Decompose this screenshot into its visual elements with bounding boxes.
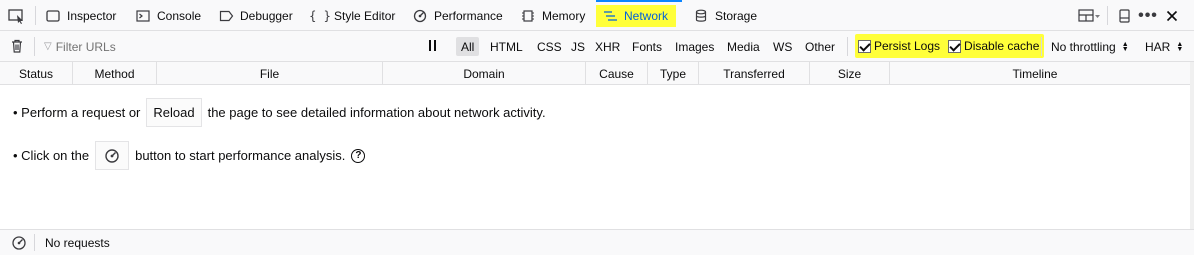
network-filter-bar: ▽ Filter URLs All HTML CSS JS XHR Fonts … — [0, 31, 1194, 62]
element-picker-icon[interactable] — [8, 8, 26, 24]
tab-style-editor[interactable]: { } Style Editor — [309, 0, 396, 31]
pause-icon[interactable] — [425, 39, 439, 53]
scrollbar-track[interactable] — [1190, 62, 1194, 229]
column-cause[interactable]: Cause — [586, 62, 648, 85]
close-icon[interactable] — [1162, 0, 1182, 31]
performance-icon[interactable] — [11, 235, 27, 251]
column-method[interactable]: Method — [73, 62, 157, 85]
memory-icon — [520, 8, 536, 24]
filter-type-all[interactable]: All — [456, 37, 480, 56]
notice-text: • Click on the — [13, 148, 90, 163]
tab-label: Network — [624, 8, 669, 23]
layout-icon[interactable] — [1075, 0, 1103, 31]
notice-text: button to start performance analysis. — [135, 148, 346, 163]
filter-type-css[interactable]: CSS — [532, 37, 567, 56]
filter-type-html[interactable]: HTML — [485, 37, 528, 56]
disable-cache-label[interactable]: Disable cache — [964, 39, 1039, 53]
column-file[interactable]: File — [157, 62, 383, 85]
filter-divider — [1041, 37, 1042, 56]
filter-icon: ▽ — [44, 41, 52, 52]
tab-label: Storage — [715, 8, 758, 23]
debugger-icon — [218, 8, 234, 24]
filter-urls-input[interactable]: ▽ Filter URLs — [36, 37, 412, 56]
tab-label: Performance — [434, 8, 503, 23]
column-transferred[interactable]: Transferred — [699, 62, 810, 85]
style-editor-icon: { } — [309, 8, 331, 23]
tab-inspector[interactable]: Inspector — [45, 0, 116, 31]
throttling-select[interactable]: No throttling ▲ ▼ — [1051, 37, 1129, 56]
throttling-value: No throttling — [1051, 39, 1116, 54]
filter-type-other[interactable]: Other — [800, 37, 840, 56]
column-type[interactable]: Type — [648, 62, 699, 85]
column-status[interactable]: Status — [0, 62, 73, 85]
disable-cache-checkbox[interactable] — [948, 39, 962, 53]
column-size[interactable]: Size — [810, 62, 890, 85]
inspector-icon — [45, 8, 61, 24]
reload-notice: • Perform a request or Reload the page t… — [13, 98, 546, 127]
toolbar-divider — [1107, 6, 1108, 25]
tab-memory[interactable]: Memory — [520, 0, 585, 31]
notice-text: the page to see detailed information abo… — [207, 105, 546, 120]
devtools-toolbar: Inspector Console Debugger { } Style Edi… — [0, 0, 1194, 31]
tab-console[interactable]: Console — [135, 0, 201, 31]
tab-label: Console — [157, 8, 202, 23]
console-icon — [135, 8, 151, 24]
tab-label: Style Editor — [334, 8, 396, 23]
stopwatch-icon — [105, 148, 119, 163]
responsive-icon[interactable] — [1115, 0, 1133, 31]
reload-button[interactable]: Reload — [146, 98, 202, 127]
select-arrows-icon: ▲ ▼ — [1176, 40, 1184, 53]
network-icon — [602, 8, 618, 24]
tab-label: Memory — [542, 8, 586, 23]
tab-performance[interactable]: Performance — [412, 0, 503, 31]
tab-storage[interactable]: Storage — [693, 0, 757, 31]
performance-notice: • Click on the button to start performan… — [13, 141, 366, 170]
notice-text: • Perform a request or — [13, 105, 141, 120]
filter-divider — [34, 37, 35, 56]
har-label: HAR — [1145, 39, 1171, 54]
filter-type-media[interactable]: Media — [722, 37, 765, 56]
filter-type-fonts[interactable]: Fonts — [627, 37, 667, 56]
persist-logs-checkbox[interactable] — [858, 39, 871, 53]
performance-icon — [412, 8, 428, 24]
selected-tab-indicator — [596, 0, 682, 2]
filter-type-js[interactable]: JS — [566, 37, 590, 56]
status-divider — [34, 234, 35, 251]
filter-type-xhr[interactable]: XHR — [590, 37, 625, 56]
more-icon[interactable]: ••• — [1138, 0, 1158, 31]
filter-placeholder: Filter URLs — [55, 39, 116, 54]
tab-debugger[interactable]: Debugger — [218, 0, 293, 31]
request-table-header: Status Method File Domain Cause Type Tra… — [0, 62, 1194, 85]
tab-network-highlight: Network — [596, 4, 677, 27]
network-status-bar: No requests — [0, 229, 1194, 255]
help-icon[interactable]: ? — [351, 148, 366, 163]
tab-label: Debugger — [240, 8, 293, 23]
tab-label: Inspector — [67, 8, 117, 23]
filter-type-images[interactable]: Images — [670, 37, 719, 56]
column-domain[interactable]: Domain — [383, 62, 586, 85]
request-count-summary: No requests — [45, 235, 110, 250]
select-arrows-icon: ▲ ▼ — [1121, 40, 1129, 53]
tab-network[interactable]: Network — [596, 0, 682, 31]
performance-analysis-button[interactable] — [95, 141, 130, 170]
filter-divider — [847, 37, 848, 56]
column-timeline[interactable]: Timeline — [890, 62, 1180, 85]
persist-logs-label[interactable]: Persist Logs — [874, 39, 940, 53]
toolbar-divider — [35, 6, 36, 25]
filter-type-ws[interactable]: WS — [768, 37, 797, 56]
har-menu[interactable]: HAR ▲ ▼ — [1145, 37, 1183, 56]
trash-icon[interactable] — [9, 38, 25, 54]
storage-icon — [693, 8, 709, 24]
persist-disable-highlight: Persist Logs Disable cache — [855, 34, 1045, 58]
request-list-empty-notice: • Perform a request or Reload the page t… — [0, 85, 1194, 229]
